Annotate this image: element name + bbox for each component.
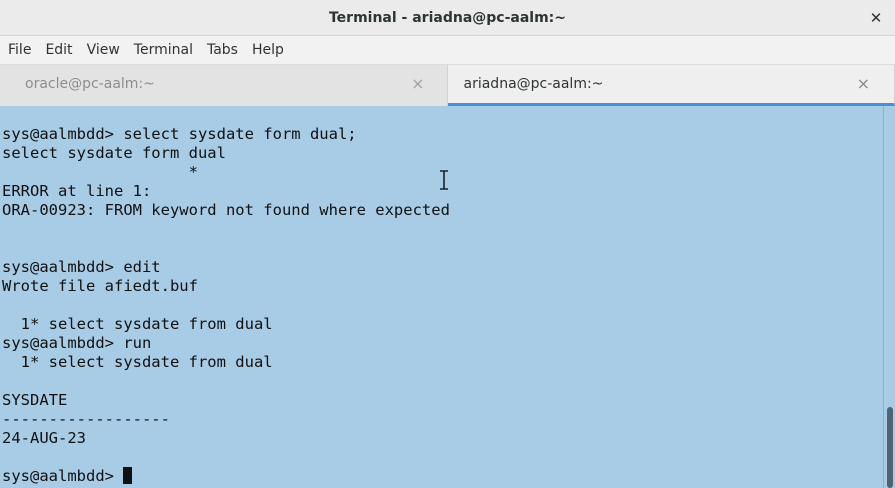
terminal-scrollbar[interactable] <box>883 106 895 488</box>
menu-edit[interactable]: Edit <box>38 36 79 65</box>
terminal-line: 1* select sysdate from dual <box>2 353 273 371</box>
menu-view[interactable]: View <box>80 36 127 65</box>
terminal-line: select sysdate form dual <box>2 144 226 162</box>
tab-close-icon[interactable]: × <box>411 75 424 93</box>
tab-label: oracle@pc-aalm:~ <box>25 76 155 92</box>
window-title: Terminal - ariadna@pc-aalm:~ <box>328 10 567 26</box>
terminal-line: 1* select sysdate from dual <box>2 315 273 333</box>
terminal-line: sys@aalmbdd> select sysdate form dual; <box>2 125 357 143</box>
scrollbar-thumb[interactable] <box>887 407 893 488</box>
menu-terminal[interactable]: Terminal <box>127 36 200 65</box>
terminal-line: 24-AUG-23 <box>2 429 86 447</box>
tab-oracle[interactable]: oracle@pc-aalm:~ × <box>0 65 448 106</box>
tab-label: ariadna@pc-aalm:~ <box>463 76 604 92</box>
ibeam-cursor-icon <box>440 170 448 190</box>
menu-help[interactable]: Help <box>245 36 291 65</box>
terminal-line: ORA-00923: FROM keyword not found where … <box>2 201 450 219</box>
terminal-line: SYSDATE <box>2 391 68 409</box>
tab-bar: oracle@pc-aalm:~ × ariadna@pc-aalm:~ × <box>0 65 895 106</box>
terminal-line: * <box>2 163 198 181</box>
menu-file[interactable]: File <box>0 36 38 65</box>
terminal-line: ERROR at line 1: <box>2 182 152 200</box>
terminal-output[interactable]: sys@aalmbdd> select sysdate form dual; s… <box>0 106 883 488</box>
terminal-line: ------------------ <box>2 410 170 428</box>
terminal-line: Wrote file afiedt.buf <box>2 277 198 295</box>
terminal-cursor <box>123 467 133 484</box>
tab-close-icon[interactable]: × <box>857 75 870 93</box>
close-icon[interactable]: ✕ <box>867 9 885 27</box>
window-titlebar: Terminal - ariadna@pc-aalm:~ ✕ <box>0 0 895 36</box>
terminal-prompt-line: sys@aalmbdd> <box>2 467 133 486</box>
tab-ariadna[interactable]: ariadna@pc-aalm:~ × <box>447 65 895 106</box>
terminal-prompt: sys@aalmbdd> <box>2 467 124 485</box>
menu-bar: File Edit View Terminal Tabs Help <box>0 36 895 65</box>
terminal-line: sys@aalmbdd> edit <box>2 258 161 276</box>
terminal-line: sys@aalmbdd> run <box>2 334 152 352</box>
menu-tabs[interactable]: Tabs <box>200 36 245 65</box>
